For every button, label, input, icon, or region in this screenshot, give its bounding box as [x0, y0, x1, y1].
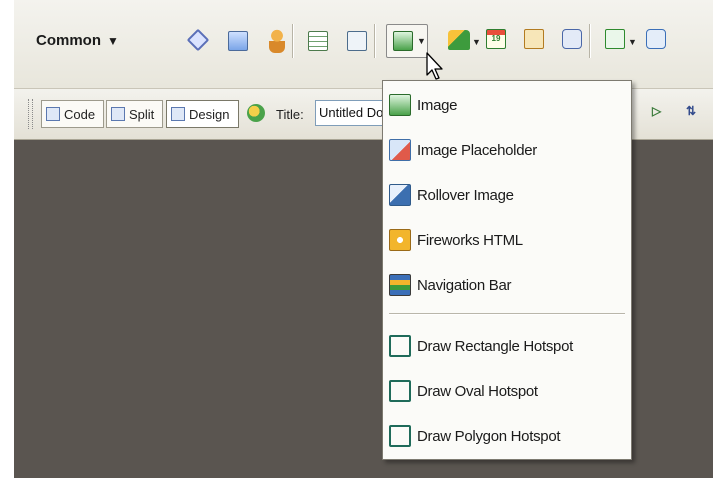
rollover-image-icon — [389, 184, 411, 206]
split-view-label: Split — [129, 106, 155, 122]
category-dropdown[interactable]: Common ▼ — [36, 32, 119, 49]
menu-item-rollover-image[interactable]: Rollover Image — [383, 173, 631, 217]
toolbar-separator — [589, 24, 591, 58]
image-icon — [389, 94, 411, 116]
server-side-include-icon[interactable] — [524, 29, 544, 49]
tag-chooser-icon[interactable] — [646, 29, 666, 49]
chevron-down-icon: ▼ — [107, 34, 119, 48]
div-tag-icon[interactable] — [347, 31, 367, 51]
title-input[interactable]: Untitled Document — [315, 100, 385, 126]
rectangle-hotspot-icon — [389, 335, 411, 357]
image-placeholder-icon — [389, 139, 411, 161]
toolbar-grip[interactable] — [28, 99, 33, 129]
menu-item-navigation-bar[interactable]: Navigation Bar — [383, 263, 631, 307]
oval-hotspot-icon — [389, 380, 411, 402]
menu-item-image[interactable]: Image — [383, 83, 631, 127]
menu-item-draw-oval-hotspot[interactable]: Draw Oval Hotspot — [383, 369, 631, 413]
menu-item-label: Fireworks HTML — [417, 231, 523, 249]
menu-item-image-placeholder[interactable]: Image Placeholder — [383, 128, 631, 172]
split-view-button[interactable]: Split — [106, 100, 163, 128]
toolbar-separator — [292, 24, 294, 58]
chevron-down-icon[interactable]: ▼ — [417, 36, 426, 46]
named-anchor-icon[interactable] — [269, 29, 285, 53]
file-management-icon[interactable]: ⇅ — [686, 104, 708, 122]
menu-item-draw-rectangle-hotspot[interactable]: Draw Rectangle Hotspot — [383, 324, 631, 368]
mouse-pointer-icon — [426, 52, 443, 80]
live-view-icon[interactable] — [247, 104, 265, 122]
toolbar-separator — [374, 24, 376, 58]
table-icon[interactable] — [308, 31, 328, 51]
images-dropdown-menu: Image Image Placeholder Rollover Image F… — [382, 80, 632, 460]
polygon-hotspot-icon — [389, 425, 411, 447]
menu-item-label: Image — [417, 96, 458, 114]
category-label: Common — [36, 32, 101, 49]
menu-item-draw-polygon-hotspot[interactable]: Draw Polygon Hotspot — [383, 414, 631, 458]
menu-item-label: Rollover Image — [417, 186, 514, 204]
menu-item-label: Draw Oval Hotspot — [417, 382, 538, 400]
comment-icon[interactable] — [562, 29, 582, 49]
design-icon — [171, 107, 185, 121]
code-icon — [46, 107, 60, 121]
chevron-down-icon[interactable]: ▼ — [472, 37, 481, 47]
templates-icon[interactable] — [605, 29, 625, 49]
title-label: Title: — [276, 107, 304, 122]
navigation-bar-icon — [389, 274, 411, 296]
menu-item-label: Navigation Bar — [417, 276, 512, 294]
menu-item-label: Draw Polygon Hotspot — [417, 427, 561, 445]
calendar-icon[interactable]: 19 — [486, 29, 506, 49]
split-icon — [111, 107, 125, 121]
preview-debug-icon[interactable]: ▷ — [652, 104, 674, 122]
hyperlink-icon[interactable] — [186, 28, 210, 52]
fireworks-icon — [389, 229, 411, 251]
image-icon[interactable] — [393, 31, 413, 51]
insert-bar: Common ▼ ▼ ▼ 19 ▼ — [14, 0, 713, 89]
menu-item-fireworks-html[interactable]: Fireworks HTML — [383, 218, 631, 262]
design-view-button[interactable]: Design — [166, 100, 239, 128]
menu-separator — [389, 313, 625, 315]
email-link-icon[interactable] — [228, 31, 248, 51]
menu-item-label: Draw Rectangle Hotspot — [417, 337, 573, 355]
left-margin — [0, 0, 14, 478]
design-view-label: Design — [189, 106, 230, 122]
code-view-label: Code — [64, 106, 96, 122]
media-icon[interactable] — [448, 30, 470, 50]
chevron-down-icon[interactable]: ▼ — [628, 37, 637, 47]
menu-item-label: Image Placeholder — [417, 141, 537, 159]
code-view-button[interactable]: Code — [41, 100, 104, 128]
